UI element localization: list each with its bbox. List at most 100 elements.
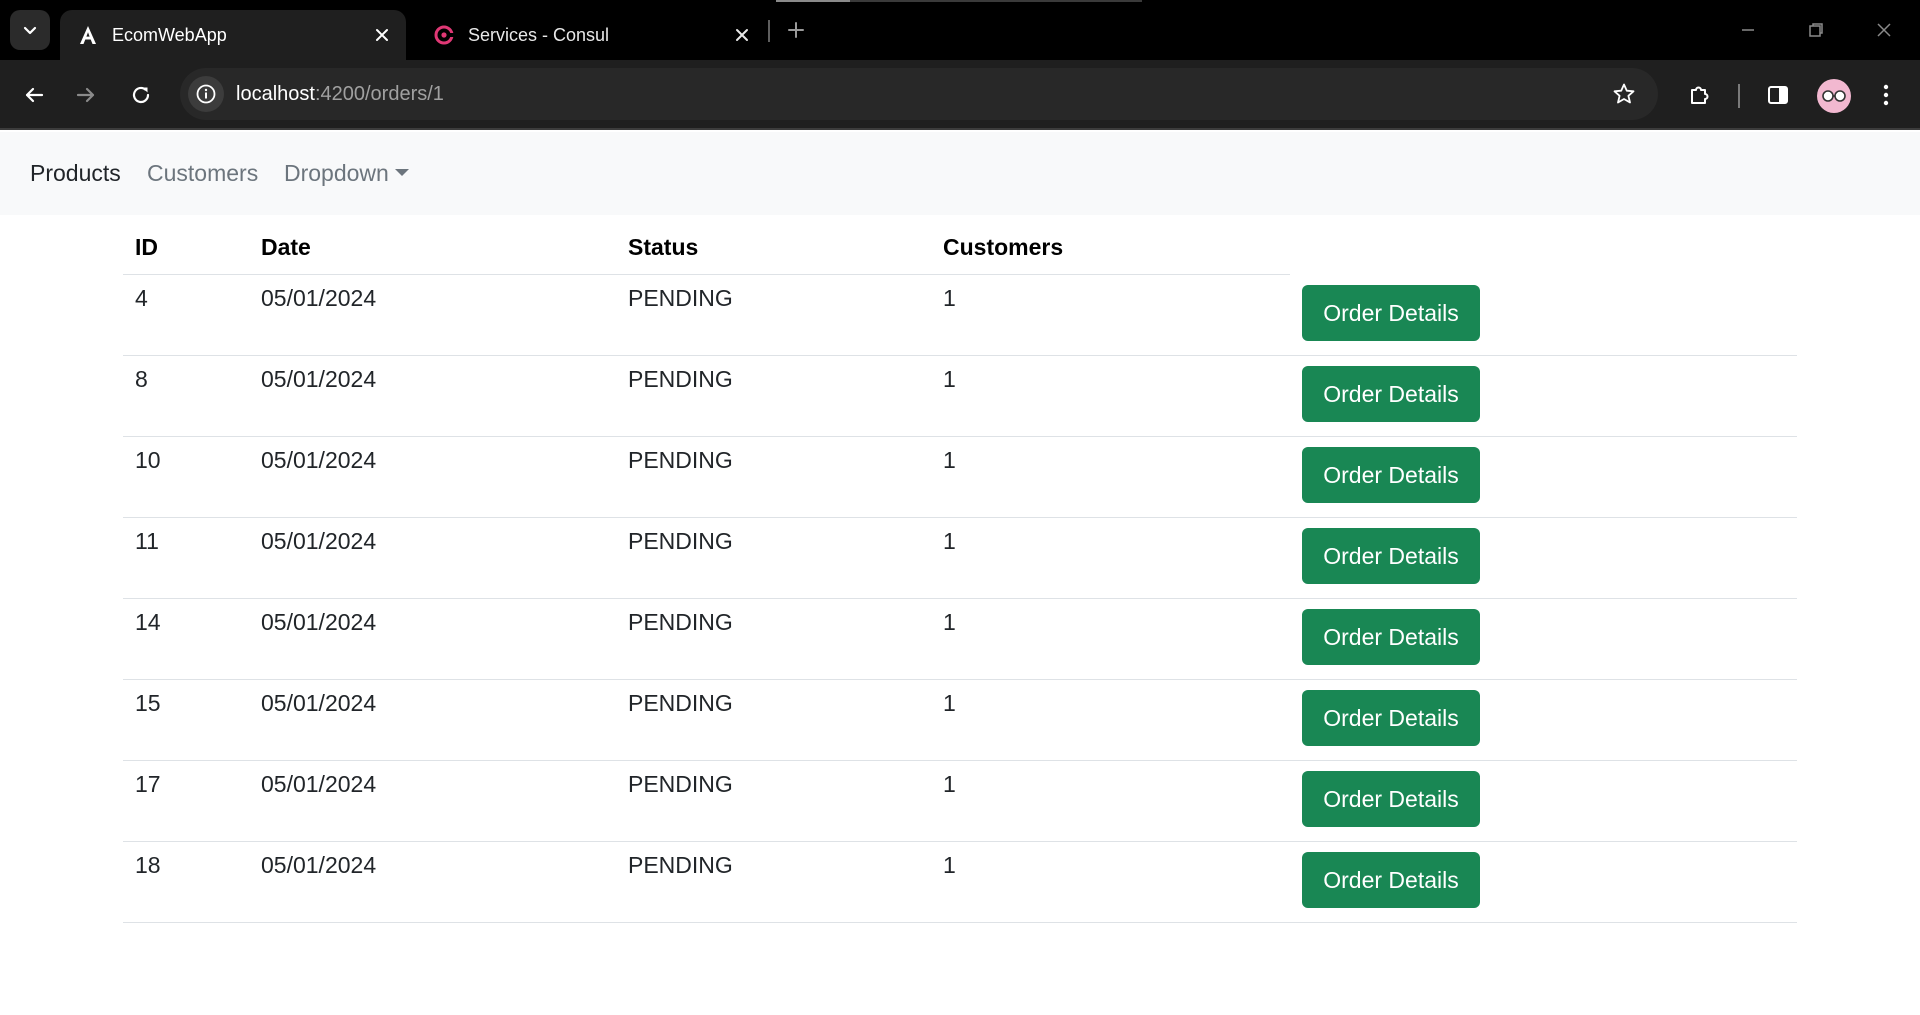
order-details-button[interactable]: Order Details xyxy=(1302,852,1480,908)
cell-date: 05/01/2024 xyxy=(261,447,377,473)
extensions-button[interactable] xyxy=(1682,77,1718,113)
column-header-id: ID xyxy=(135,234,158,260)
browser-toolbar: localhost:4200/orders/1 xyxy=(0,60,1920,130)
url-path: :4200/orders/1 xyxy=(314,82,444,105)
nav-dropdown-toggle[interactable]: Dropdown xyxy=(284,160,409,187)
cell-customers: 1 xyxy=(943,447,956,473)
cell-status: PENDING xyxy=(628,609,733,635)
forward-button[interactable] xyxy=(66,75,106,115)
order-details-button[interactable]: Order Details xyxy=(1302,771,1480,827)
cell-status: PENDING xyxy=(628,447,733,473)
cell-id: 17 xyxy=(135,771,161,797)
caret-down-icon xyxy=(394,169,409,177)
tab-services-consul[interactable]: Services - Consul xyxy=(416,10,766,60)
cell-date: 05/01/2024 xyxy=(261,528,377,554)
table-row: 17 05/01/2024 PENDING 1 Order Details xyxy=(123,761,1797,842)
table-row: 10 05/01/2024 PENDING 1 Order Details xyxy=(123,437,1797,518)
browser-tabstrip: EcomWebApp Services - Consul xyxy=(0,0,1920,60)
star-icon xyxy=(1613,83,1635,104)
site-info-button[interactable] xyxy=(188,76,224,112)
cell-id: 10 xyxy=(135,447,161,473)
orders-table: ID Date Status Customers 4 05/01/2024 PE… xyxy=(123,222,1797,923)
tab-ecomwebapp[interactable]: EcomWebApp xyxy=(60,10,406,60)
tab-title: EcomWebApp xyxy=(112,24,227,45)
profile-avatar[interactable] xyxy=(1817,79,1851,113)
column-header-customers: Customers xyxy=(943,234,1064,260)
table-row: 4 05/01/2024 PENDING 1 Order Details xyxy=(123,275,1797,356)
order-details-button[interactable]: Order Details xyxy=(1302,528,1480,584)
reload-icon xyxy=(132,86,150,104)
table-row: 8 05/01/2024 PENDING 1 Order Details xyxy=(123,356,1797,437)
arrow-right-icon xyxy=(76,87,95,103)
close-icon[interactable] xyxy=(728,21,756,49)
order-details-button[interactable]: Order Details xyxy=(1302,447,1480,503)
cell-id: 4 xyxy=(135,285,148,311)
cell-customers: 1 xyxy=(943,771,956,797)
tab-search-button[interactable] xyxy=(10,10,50,50)
cell-status: PENDING xyxy=(628,285,733,311)
cell-date: 05/01/2024 xyxy=(261,366,377,392)
tab-title: Services - Consul xyxy=(468,24,610,45)
cell-status: PENDING xyxy=(628,528,733,554)
column-header-status: Status xyxy=(628,234,699,260)
close-icon[interactable] xyxy=(368,21,396,49)
bookmark-button[interactable] xyxy=(1610,80,1638,108)
cell-customers: 1 xyxy=(943,690,956,716)
table-header: ID Date Status Customers xyxy=(123,222,1797,275)
table-row: 15 05/01/2024 PENDING 1 Order Details xyxy=(123,680,1797,761)
chrome-menu-button[interactable] xyxy=(1868,77,1904,113)
side-panel-button[interactable] xyxy=(1760,77,1796,113)
minimize-button[interactable] xyxy=(1730,12,1766,48)
chevron-down-icon xyxy=(23,26,37,35)
cell-date: 05/01/2024 xyxy=(261,609,377,635)
cell-id: 18 xyxy=(135,852,161,878)
table-row: 18 05/01/2024 PENDING 1 Order Details xyxy=(123,842,1797,923)
close-icon xyxy=(1877,23,1891,37)
table-row: 11 05/01/2024 PENDING 1 Order Details xyxy=(123,518,1797,599)
cell-customers: 1 xyxy=(943,528,956,554)
cell-id: 11 xyxy=(135,528,159,554)
order-details-button[interactable]: Order Details xyxy=(1302,690,1480,746)
cell-customers: 1 xyxy=(943,852,956,878)
address-bar[interactable]: localhost:4200/orders/1 xyxy=(180,68,1658,120)
loading-bar xyxy=(776,0,1142,2)
table-row: 14 05/01/2024 PENDING 1 Order Details xyxy=(123,599,1797,680)
reload-button[interactable] xyxy=(121,75,161,115)
order-details-button[interactable]: Order Details xyxy=(1302,285,1480,341)
cell-customers: 1 xyxy=(943,609,956,635)
tab-separator xyxy=(768,20,770,42)
url-text: localhost:4200/orders/1 xyxy=(236,83,444,106)
cell-date: 05/01/2024 xyxy=(261,690,377,716)
side-panel-icon xyxy=(1768,86,1788,104)
cell-id: 8 xyxy=(135,366,148,392)
more-vertical-icon xyxy=(1883,84,1889,106)
restore-button[interactable] xyxy=(1798,12,1834,48)
plus-icon xyxy=(788,22,804,38)
angular-icon xyxy=(76,23,100,47)
cell-customers: 1 xyxy=(943,366,956,392)
new-tab-button[interactable] xyxy=(780,14,812,46)
app-navbar: Products Customers Dropdown xyxy=(0,132,1920,215)
cell-status: PENDING xyxy=(628,366,733,392)
nav-link-customers[interactable]: Customers xyxy=(147,160,258,187)
cell-date: 05/01/2024 xyxy=(261,285,377,311)
order-details-button[interactable]: Order Details xyxy=(1302,366,1480,422)
close-window-button[interactable] xyxy=(1866,12,1902,48)
info-icon xyxy=(196,84,216,104)
puzzle-icon xyxy=(1691,86,1709,104)
cell-customers: 1 xyxy=(943,285,956,311)
consul-icon xyxy=(432,23,456,47)
arrow-left-icon xyxy=(25,87,44,103)
cell-date: 05/01/2024 xyxy=(261,852,377,878)
column-header-date: Date xyxy=(261,234,311,260)
nav-link-products[interactable]: Products xyxy=(30,160,121,187)
cell-id: 15 xyxy=(135,690,161,716)
cell-status: PENDING xyxy=(628,852,733,878)
cell-status: PENDING xyxy=(628,690,733,716)
toolbar-divider xyxy=(1738,84,1740,108)
order-details-button[interactable]: Order Details xyxy=(1302,609,1480,665)
cell-status: PENDING xyxy=(628,771,733,797)
nav-dropdown-label: Dropdown xyxy=(284,160,389,186)
url-host: localhost xyxy=(236,82,315,105)
back-button[interactable] xyxy=(14,75,54,115)
